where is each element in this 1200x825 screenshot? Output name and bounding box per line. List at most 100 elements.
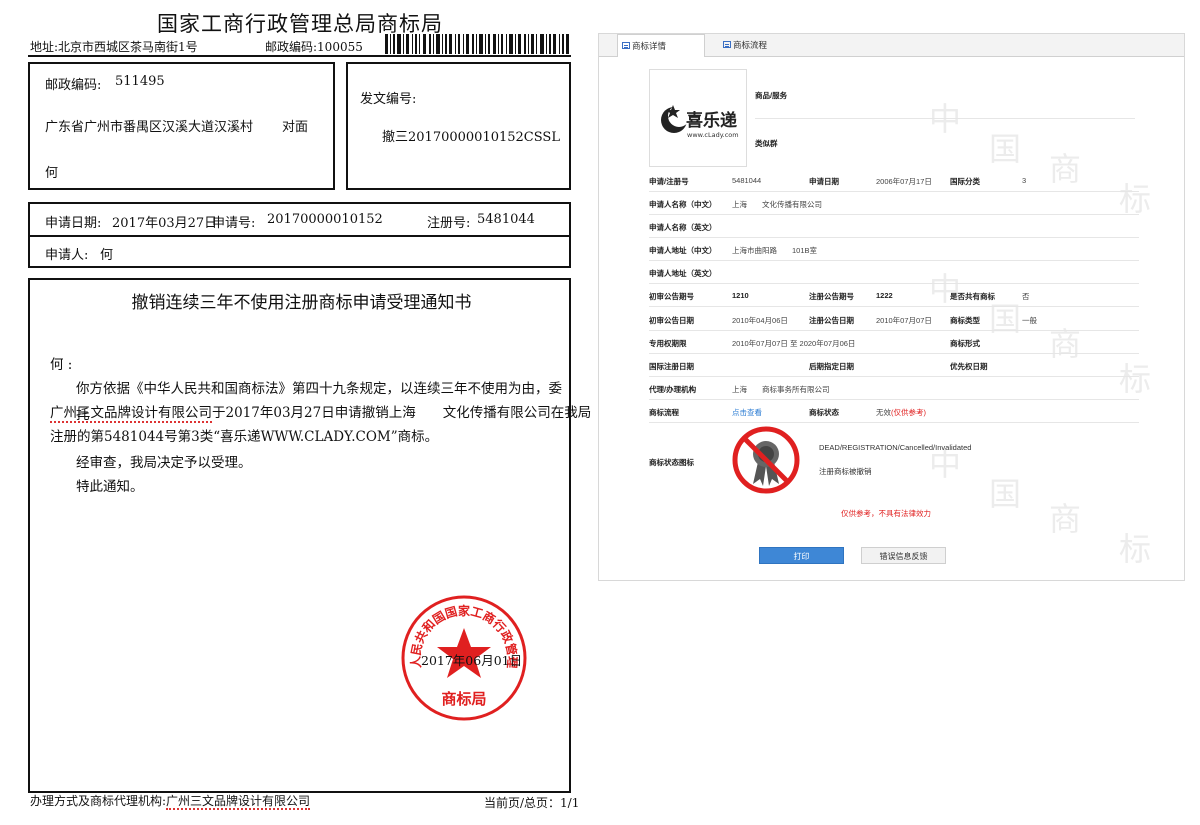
recipient-address-suffix: 对面 xyxy=(282,120,309,135)
prelim-date-label: 初审公告日期 xyxy=(649,316,694,325)
goods-services-label: 商品/服务 xyxy=(755,91,788,100)
reg-pub-no: 1222 xyxy=(876,291,893,300)
notice-paragraph-2: 经审查，我局决定予以受理。 xyxy=(76,455,252,471)
watermark-char: 商 xyxy=(1049,325,1082,363)
address-en-label: 申请人地址（英文） xyxy=(649,269,717,278)
watermark-char: 中 xyxy=(929,270,962,308)
notice-paragraph-3: 特此通知。 xyxy=(76,479,144,495)
trademark-logo: 喜乐递 www.cLady.com xyxy=(661,105,739,139)
prelim-pub-no: 1210 xyxy=(732,291,749,300)
doc-number: 撤三20170000010152CSSL xyxy=(382,130,560,145)
recipient-address: 广东省广州市番禺区汉溪大道汉溪村 xyxy=(45,120,254,135)
logo-url: www.cLady.com xyxy=(687,131,739,139)
recipient-name: 何 xyxy=(45,166,59,181)
watermark-char: 国 xyxy=(989,475,1022,513)
trademark-image: 喜乐递 www.cLady.com xyxy=(649,69,747,167)
tab-trademark-flow[interactable]: 商标流程 xyxy=(719,34,807,56)
intl-reg-date-label: 国际注册日期 xyxy=(649,362,694,371)
status-cn-text: 注册商标被撤销 xyxy=(819,467,872,476)
class-label: 国际分类 xyxy=(950,177,980,186)
reg-pub-date-label: 注册公告日期 xyxy=(809,316,854,325)
tab-bar: 商标详情 商标流程 xyxy=(599,34,1184,57)
app-date: 2006年07月17日 xyxy=(876,177,932,186)
applicant-cn-label: 申请人名称（中文） xyxy=(649,200,717,209)
shared-label: 是否共有商标 xyxy=(950,292,995,301)
applicant-label: 申请人: xyxy=(45,248,89,263)
tm-form-label: 商标形式 xyxy=(950,339,980,348)
prelim-pub-no-label: 初审公告期号 xyxy=(649,292,694,301)
application-date-label: 申请日期: xyxy=(45,216,102,231)
footer-agent-label: 办理方式及商标代理机构: xyxy=(30,794,167,808)
application-number-label: 申请号: xyxy=(212,216,256,231)
page-indicator: 当前页/总页：1/1 xyxy=(484,796,580,810)
later-designation-label: 后期指定日期 xyxy=(809,362,854,371)
tm-type-label: 商标类型 xyxy=(950,316,980,325)
tm-type: 一般 xyxy=(1022,316,1037,325)
shared-value: 否 xyxy=(1022,292,1030,301)
address-cn-label: 申请人地址（中文） xyxy=(649,246,717,255)
disclaimer-text: 仅供参考，不具有法律效力 xyxy=(841,509,931,518)
notice-paragraph-line2: 广州三文品牌设计有限公司于2017年03月27日申请撤销上海 文化传播有限公司在… xyxy=(50,400,591,426)
tab-trademark-details[interactable]: 商标详情 xyxy=(617,34,705,57)
priority-date-label: 优先权日期 xyxy=(950,362,988,371)
seal-bottom-text: 商标局 xyxy=(441,690,486,708)
watermark-char: 标 xyxy=(1119,530,1152,568)
reg-pub-no-label: 注册公告期号 xyxy=(809,292,854,301)
list-icon xyxy=(723,41,731,48)
office-address: 地址:北京市西城区茶马南街1号 xyxy=(30,40,198,54)
flow-label: 商标流程 xyxy=(649,408,679,417)
notice-salutation: 何 : xyxy=(50,357,73,373)
recipient-postcode: 511495 xyxy=(115,74,165,89)
applicant-cn: 上海 文化传播有限公司 xyxy=(732,200,822,209)
doc-number-label: 发文编号: xyxy=(360,92,417,107)
notice-date: 2017年06月01日 xyxy=(421,653,523,668)
list-icon xyxy=(622,42,630,49)
app-date-label: 申请日期 xyxy=(809,177,839,186)
header-rule xyxy=(28,55,571,57)
reg-number-label: 申请/注册号 xyxy=(649,177,689,186)
divider xyxy=(755,118,1135,119)
cancelled-status-icon xyxy=(732,426,800,494)
agent-name: 广州三文品牌设计有限公司 xyxy=(50,405,212,423)
notice-title: 撤销连续三年不使用注册商标申请受理通知书 xyxy=(131,293,472,313)
footer-agent-row: 办理方式及商标代理机构:广州三文品牌设计有限公司 xyxy=(30,792,311,810)
address-cn: 上海市曲阳路 101B室 xyxy=(732,246,818,255)
doc-number-box: 发文编号: 撤三20170000010152CSSL xyxy=(346,62,571,190)
status-value-row: 无效(仅供参考) xyxy=(876,407,926,418)
application-box: 申请日期: 2017年03月27日 申请号: 20170000010152 注册… xyxy=(28,202,571,268)
status-icon-label: 商标状态图标 xyxy=(649,458,694,467)
agent-label: 代理/办理机构 xyxy=(649,385,697,394)
watermark-char: 商 xyxy=(1049,500,1082,538)
trademark-detail-panel: 商标详情 商标流程 中 国 商 标 中 国 商 标 中 国 商 标 喜乐递 ww… xyxy=(598,33,1185,581)
footer-agent-name: 广州三文品牌设计有限公司 xyxy=(166,794,311,810)
recipient-postcode-label: 邮政编码: xyxy=(45,78,102,93)
status-label: 商标状态 xyxy=(809,408,839,417)
notice-paragraph-line3: 注册的第5481044号第3类“喜乐递WWW.CLADY.COM”商标。 xyxy=(50,429,439,445)
print-button[interactable]: 打印 xyxy=(759,547,844,564)
applicant-en-label: 申请人名称（英文） xyxy=(649,223,717,232)
logo-text: 喜乐递 xyxy=(686,110,737,131)
notice-paragraph-line2-rest: 于2017年03月27日申请撤销上海 文化传播有限公司在我局 xyxy=(212,405,592,421)
class-value: 3 xyxy=(1022,176,1027,185)
application-date: 2017年03月27日 xyxy=(112,216,218,231)
application-number: 20170000010152 xyxy=(267,212,383,227)
exclusive-period: 2010年07月07日 至 2020年07月06日 xyxy=(732,339,856,348)
watermark-char: 商 xyxy=(1049,150,1082,188)
view-flow-link[interactable]: 点击查看 xyxy=(732,407,762,418)
barcode xyxy=(385,34,569,54)
status-value: 无效 xyxy=(876,408,891,417)
agent-value: 上海 商标事务所有限公司 xyxy=(732,385,830,394)
tab-label: 商标流程 xyxy=(733,40,768,50)
office-postcode: 邮政编码:100055 xyxy=(265,40,363,54)
recipient-box: 邮政编码: 511495 广东省广州市番禺区汉溪大道汉溪村 对面 何 xyxy=(28,62,335,190)
status-en-text: DEAD/REGISTRATION/Cancelled/Invalidated xyxy=(819,443,972,452)
registration-number: 5481044 xyxy=(477,212,535,227)
watermark-char: 标 xyxy=(1119,360,1152,398)
exclusive-period-label: 专用权期限 xyxy=(649,339,687,348)
reg-pub-date: 2010年07月07日 xyxy=(876,316,932,325)
watermark-char: 中 xyxy=(929,100,962,138)
tab-label: 商标详情 xyxy=(632,41,667,51)
error-feedback-button[interactable]: 错误信息反馈 xyxy=(861,547,946,564)
applicant-name: 何 xyxy=(100,248,114,263)
prelim-date: 2010年04月06日 xyxy=(732,316,788,325)
